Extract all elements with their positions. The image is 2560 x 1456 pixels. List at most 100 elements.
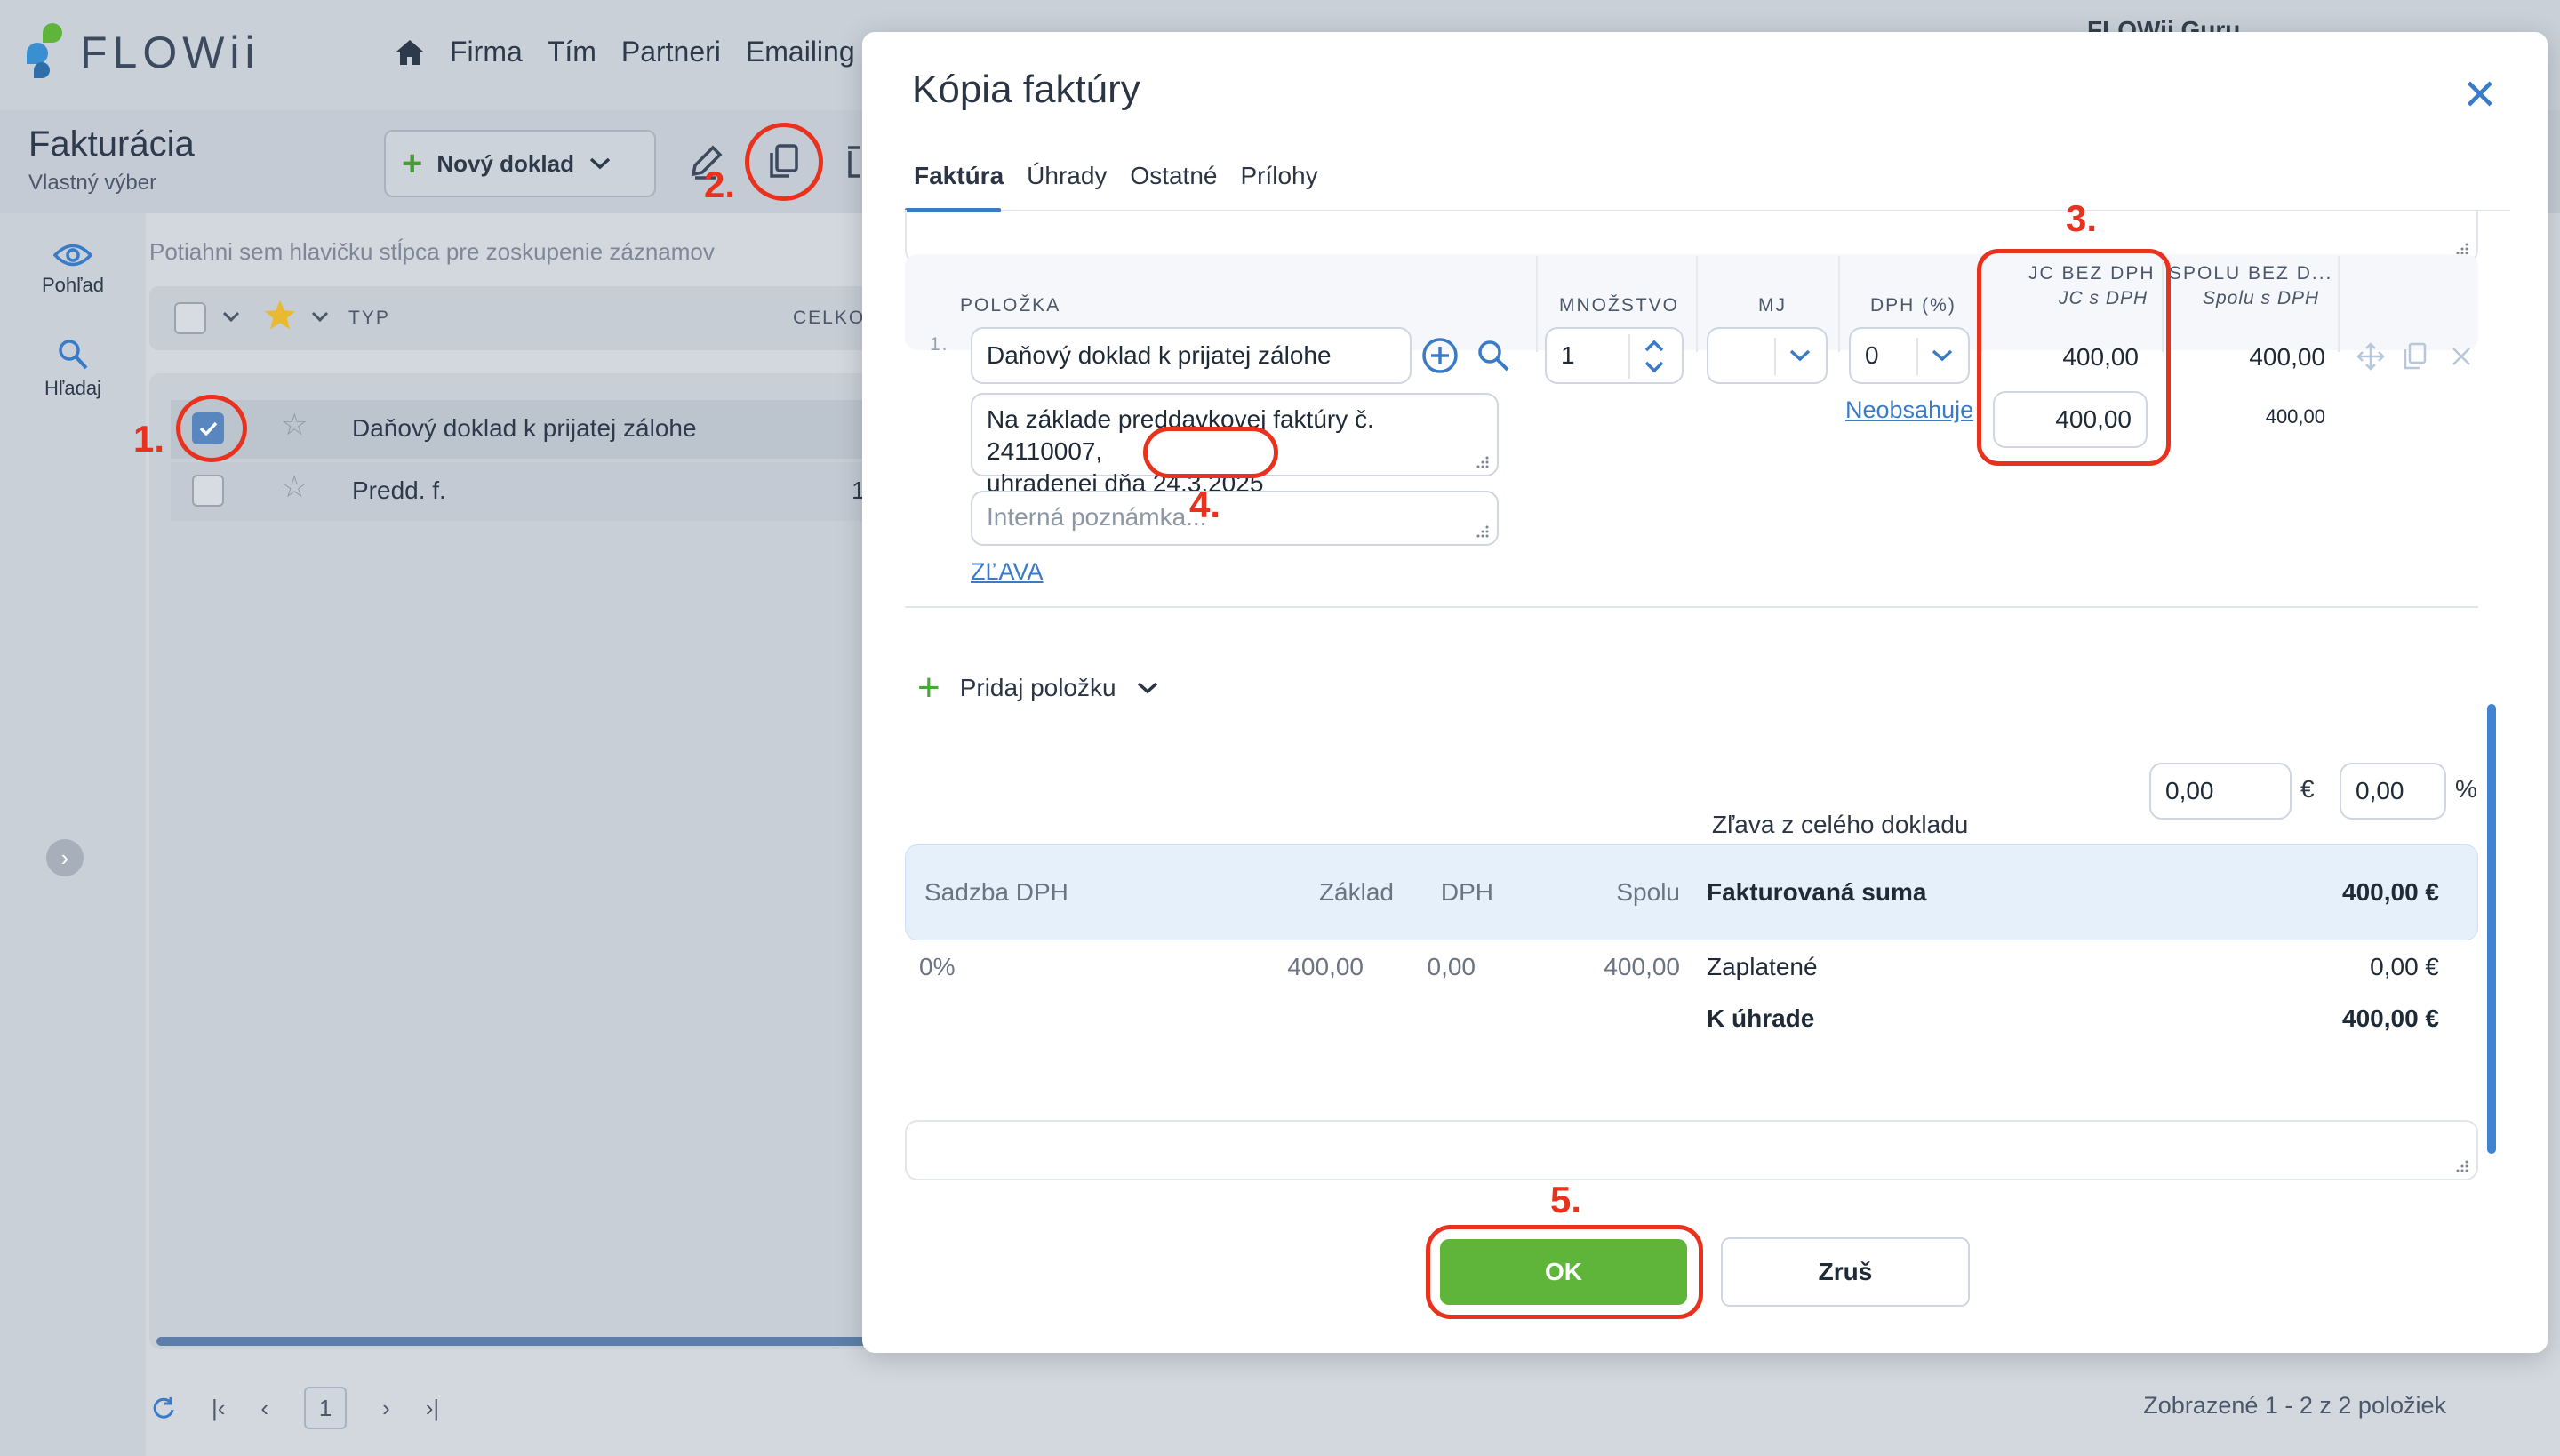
- tab-prilohy[interactable]: Prílohy: [1240, 162, 1317, 190]
- select-divider: [1774, 338, 1776, 375]
- new-document-button[interactable]: + Nový doklad: [384, 130, 656, 197]
- summary-vat-rate: 0%: [919, 953, 956, 980]
- annotation-ring-3: [1977, 249, 2171, 466]
- line-total-value: 400,00: [2249, 343, 2325, 371]
- resize-grip-icon[interactable]: [2455, 1159, 2469, 1173]
- summary-header-base: Základ: [1318, 878, 1394, 906]
- sidebar-item-view[interactable]: Pohľad: [0, 242, 146, 297]
- delete-icon[interactable]: [844, 144, 862, 180]
- add-item-button[interactable]: + Pridaj položku: [917, 668, 1159, 708]
- summary-header-vat: DPH: [1440, 878, 1493, 906]
- prev-page-icon[interactable]: ‹: [260, 1395, 268, 1422]
- logo[interactable]: FLOWii: [27, 23, 260, 82]
- add-item-label: Pridaj položku: [959, 674, 1116, 701]
- vertical-scrollbar[interactable]: [2487, 704, 2496, 1154]
- summary-total: 400,00: [1604, 953, 1680, 980]
- discount-link[interactable]: ZĽAVA: [971, 558, 1044, 586]
- copy-invoice-dialog: Kópia faktúry ✕ Faktúra Úhrady Ostatné P…: [862, 32, 2548, 1353]
- page-subtitle[interactable]: Vlastný výber: [28, 171, 156, 196]
- column-header-celkom[interactable]: CELKO: [793, 308, 865, 329]
- column-header-item: POLOŽKA: [960, 295, 1061, 316]
- move-icon[interactable]: [2356, 341, 2386, 372]
- chevron-down-icon[interactable]: [311, 311, 329, 324]
- stepper-divider: [1628, 334, 1630, 379]
- summary-base: 400,00: [1287, 953, 1364, 980]
- line-index: 1.: [930, 334, 949, 355]
- resize-grip-icon[interactable]: [1476, 524, 1490, 539]
- chevron-down-icon: [1137, 682, 1157, 694]
- cancel-button[interactable]: Zruš: [1721, 1237, 1970, 1307]
- duplicate-icon[interactable]: [2402, 341, 2428, 372]
- due-label: K úhrade: [1707, 1004, 1815, 1032]
- horizontal-scrollbar[interactable]: [156, 1337, 868, 1346]
- annotation-step-3: 3.: [2066, 197, 2098, 239]
- annotation-step-5: 5.: [1550, 1179, 1582, 1220]
- column-header-qty: MNOŽSTVO: [1559, 295, 1679, 316]
- paid-label: Zaplatené: [1707, 953, 1818, 980]
- row-type: Predd. f.: [352, 476, 446, 504]
- item-name-input[interactable]: Daňový doklad k prijatej zálohe: [971, 327, 1412, 384]
- summary-header-vat-rate: Sadzba DPH: [924, 878, 1068, 906]
- close-icon[interactable]: ✕: [2462, 75, 2498, 117]
- column-header-typ[interactable]: TYP: [348, 308, 390, 329]
- star-filled-icon[interactable]: [263, 299, 297, 331]
- select-all-checkbox[interactable]: [174, 302, 206, 334]
- internal-note-textarea[interactable]: Interná poznámka...: [971, 491, 1499, 546]
- items-divider: [905, 606, 2478, 608]
- chevron-down-icon: [589, 157, 611, 170]
- nav-item-firma[interactable]: Firma: [450, 36, 523, 68]
- percent-symbol: %: [2455, 775, 2477, 803]
- footer-note-textarea[interactable]: [905, 1120, 2478, 1180]
- column-separator: [2338, 256, 2340, 352]
- due-value: 400,00 €: [2342, 1004, 2439, 1032]
- expand-sidebar-button[interactable]: ›: [46, 839, 84, 876]
- quantity-stepper[interactable]: 1: [1545, 327, 1684, 384]
- search-icon[interactable]: [1476, 338, 1511, 373]
- current-page[interactable]: 1: [304, 1387, 348, 1429]
- first-page-icon[interactable]: |‹: [212, 1395, 225, 1422]
- home-icon[interactable]: [395, 38, 425, 67]
- sidebar-item-search[interactable]: Hľadaj: [0, 338, 146, 400]
- tab-ostatne[interactable]: Ostatné: [1130, 162, 1217, 190]
- vat-select[interactable]: 0: [1849, 327, 1970, 384]
- main-nav: Firma Tím Partneri Emailing: [395, 36, 855, 68]
- refresh-icon[interactable]: [151, 1396, 176, 1420]
- vat-not-included-link[interactable]: Neobsahuje: [1845, 396, 1973, 424]
- column-separator: [1838, 256, 1840, 352]
- sidebar-item-search-label: Hľadaj: [44, 377, 101, 399]
- next-page-icon[interactable]: ›: [382, 1395, 390, 1422]
- paid-value: 0,00 €: [2370, 953, 2439, 980]
- discount-amount-input[interactable]: 0,00: [2149, 763, 2292, 820]
- annotation-ring-2: [745, 123, 823, 201]
- new-document-label: Nový doklad: [436, 149, 574, 177]
- sidebar-item-view-label: Pohľad: [41, 274, 105, 296]
- nav-item-partneri[interactable]: Partneri: [621, 36, 721, 68]
- column-header-vat: DPH (%): [1870, 295, 1956, 316]
- star-icon[interactable]: ☆: [281, 407, 308, 443]
- tab-faktura[interactable]: Faktúra: [914, 162, 1004, 190]
- search-icon: [59, 340, 88, 370]
- last-page-icon[interactable]: ›|: [426, 1395, 439, 1422]
- resize-grip-icon[interactable]: [1476, 455, 1490, 469]
- pager: |‹ ‹ 1 › ›|: [151, 1387, 439, 1429]
- chevron-down-icon[interactable]: [222, 311, 240, 324]
- logo-text: FLOWii: [80, 28, 260, 77]
- unit-select[interactable]: [1707, 327, 1828, 384]
- add-circle-icon[interactable]: [1420, 336, 1460, 375]
- select-divider: [1916, 338, 1918, 375]
- discount-percent-input[interactable]: 0,00: [2340, 763, 2446, 820]
- pager-info: Zobrazené 1 - 2 z 2 položiek: [2143, 1392, 2446, 1419]
- remove-icon[interactable]: [2450, 345, 2473, 368]
- nav-item-emailing[interactable]: Emailing: [746, 36, 855, 68]
- tab-uhrady[interactable]: Úhrady: [1027, 162, 1107, 190]
- page-title: Fakturácia: [28, 124, 195, 164]
- stepper-arrows-icon[interactable]: [1641, 336, 1668, 377]
- star-icon[interactable]: ☆: [281, 469, 308, 505]
- vat-value: 0: [1865, 341, 1879, 369]
- nav-item-tim[interactable]: Tím: [548, 36, 596, 68]
- invoiced-amount-value: 400,00 €: [2342, 878, 2439, 906]
- internal-note-placeholder: Interná poznámka...: [987, 503, 1207, 531]
- invoiced-amount-label: Fakturovaná suma: [1707, 878, 1927, 906]
- row-checkbox[interactable]: [192, 475, 224, 507]
- plus-icon: +: [402, 144, 423, 183]
